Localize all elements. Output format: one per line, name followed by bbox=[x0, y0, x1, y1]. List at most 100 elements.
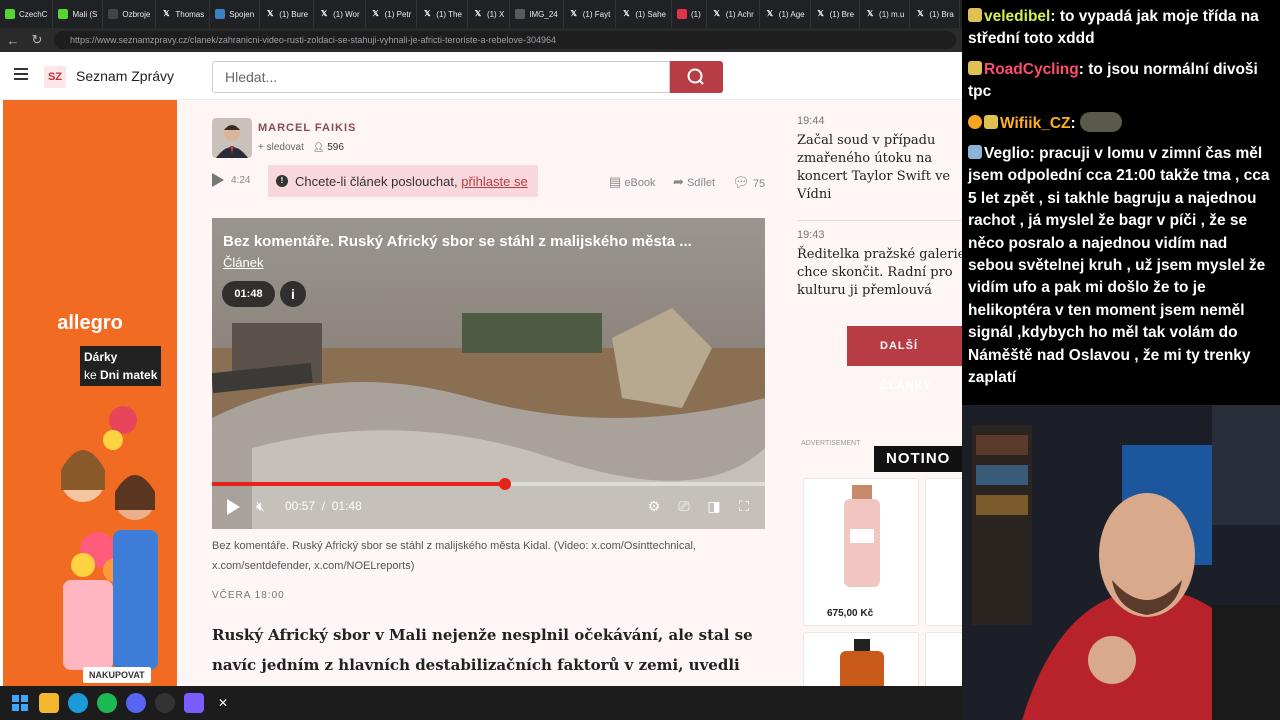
product-card[interactable] bbox=[803, 632, 919, 686]
ad-cta-button[interactable]: NAKUPOVAT bbox=[83, 667, 151, 683]
edge-icon[interactable] bbox=[68, 693, 88, 713]
comment-icon: 💬︎ bbox=[732, 174, 750, 190]
file-explorer-icon[interactable] bbox=[39, 693, 59, 713]
browser-tab[interactable]: 𝕏 (1) Bre bbox=[811, 0, 861, 28]
browser-tab[interactable]: 𝕏 (1) Bra bbox=[910, 0, 960, 28]
browser-tab-label: (1) Age bbox=[778, 9, 805, 19]
article-lead: Ruský Africký sbor v Mali nejenže nespln… bbox=[212, 626, 753, 674]
video-info-icon[interactable]: i bbox=[280, 281, 306, 307]
share-button[interactable]: ➦ Sdílet bbox=[673, 174, 715, 190]
person-icon: 👤︎ bbox=[313, 142, 325, 152]
cast-icon[interactable]: ⎚ bbox=[674, 498, 694, 515]
browser-tab[interactable]: Spojen bbox=[210, 0, 261, 28]
browser-tab-label: Spojen bbox=[229, 9, 255, 19]
url-field[interactable]: https://www.seznamzpravy.cz/clanek/zahra… bbox=[54, 31, 956, 49]
news-time: 19:44 bbox=[797, 115, 825, 127]
product-card[interactable] bbox=[925, 632, 962, 686]
ad-image bbox=[61, 406, 158, 670]
video-play-icon[interactable] bbox=[227, 499, 240, 515]
copilot-icon[interactable] bbox=[184, 693, 204, 713]
reload-icon[interactable]: ↻ bbox=[30, 32, 44, 48]
audio-play-icon[interactable] bbox=[212, 173, 224, 187]
comments-button[interactable]: 💬︎ 75 bbox=[732, 174, 765, 191]
chat-username: Veglio bbox=[984, 145, 1030, 163]
browser-tab-label: (1) m.u bbox=[879, 9, 905, 19]
search-button[interactable] bbox=[670, 61, 723, 93]
video-article-link[interactable]: Článek bbox=[223, 255, 263, 270]
left-advertisement[interactable]: allegro Dárky ke Dni matek NAKUPOVAT bbox=[3, 100, 177, 686]
video-progress-bar[interactable] bbox=[212, 478, 765, 490]
share-label: Sdílet bbox=[686, 177, 716, 189]
browser-tab-label: (1) Achr bbox=[725, 9, 754, 19]
browser-tab[interactable]: CzechC bbox=[0, 0, 54, 28]
site-logo[interactable]: SZ bbox=[44, 66, 66, 88]
fullscreen-icon[interactable]: ⛶ bbox=[734, 498, 754, 515]
ebook-button[interactable]: ▤ eBook bbox=[609, 174, 656, 190]
news-item[interactable]: 19:43 Ředitelka pražské galerie chce sko… bbox=[797, 220, 962, 300]
search-input[interactable] bbox=[212, 61, 670, 93]
obs-icon[interactable] bbox=[155, 693, 175, 713]
x-icon: 𝕏 bbox=[161, 9, 172, 19]
video-progress-handle[interactable] bbox=[499, 478, 512, 490]
settings-icon[interactable]: ⚙︎ bbox=[644, 498, 664, 515]
follow-button[interactable]: + sledovat bbox=[258, 142, 304, 153]
news-headline[interactable]: Ředitelka pražské galerie chce skončit. … bbox=[797, 246, 962, 300]
chat-badge-icon bbox=[984, 114, 998, 129]
windows-taskbar: ✕ bbox=[0, 686, 962, 720]
notino-ad-logo[interactable]: NOTINO bbox=[874, 446, 962, 472]
x-icon: 𝕏 bbox=[472, 9, 483, 19]
chat-username: veledibel bbox=[984, 8, 1051, 25]
browser-tab-label: Thomas bbox=[175, 9, 205, 19]
audio-duration: 4:24 bbox=[231, 175, 251, 186]
browser-tab[interactable]: 𝕏 (1) Sahe bbox=[616, 0, 672, 28]
browser-tab[interactable]: (1) bbox=[672, 0, 707, 28]
browser-tab-label: (1) bbox=[691, 9, 701, 19]
browser-tab[interactable]: 𝕏 (1) Wor bbox=[314, 0, 366, 28]
browser-tab[interactable]: 𝕏 Thomas bbox=[156, 0, 211, 28]
menu-icon[interactable] bbox=[14, 68, 28, 80]
x-icon: 𝕏 bbox=[319, 9, 330, 19]
video-duration-badge: 01:48 bbox=[222, 281, 275, 307]
product-card[interactable] bbox=[925, 478, 962, 626]
browser-tab[interactable]: 𝕏 (1) m.u bbox=[860, 0, 911, 28]
browser-tab[interactable]: Mali (S bbox=[53, 0, 104, 28]
author-avatar[interactable] bbox=[212, 118, 252, 158]
product-card[interactable] bbox=[803, 478, 919, 626]
chat-message: veledibel: to vypadá jak moje třída na s… bbox=[968, 8, 1259, 48]
comments-count: 75 bbox=[752, 178, 766, 190]
browser-tab[interactable]: 𝕏 (1) Achr bbox=[707, 0, 760, 28]
video-caption: Bez komentáře. Ruský Africký sbor se stá… bbox=[212, 540, 696, 572]
ad-brand: allegro bbox=[57, 312, 123, 334]
video-current-time: 00:57 bbox=[285, 499, 316, 513]
perfume-bottle-image bbox=[840, 639, 884, 686]
news-headline[interactable]: Začal soud v případu zmařeného útoku na … bbox=[797, 132, 962, 204]
article-area: MARCEL FAIKIS + sledovat 👤︎ 596 4:24 ! C… bbox=[177, 100, 962, 686]
windows-start-icon[interactable] bbox=[10, 693, 30, 713]
browser-tab[interactable]: 𝕏 (1) Bure bbox=[260, 0, 315, 28]
login-link[interactable]: přihlaste se bbox=[461, 174, 527, 189]
browser-tab[interactable]: 𝕏 (1) Petr bbox=[366, 0, 418, 28]
browser-tab[interactable]: 𝕏 (1) X bbox=[468, 0, 511, 28]
browser-tab[interactable]: 𝕏 (1) Age bbox=[760, 0, 811, 28]
news-time: 19:43 bbox=[797, 229, 825, 241]
back-icon[interactable]: ← bbox=[6, 33, 20, 48]
author-name[interactable]: MARCEL FAIKIS bbox=[258, 122, 356, 134]
browser-tab-label: CzechC bbox=[19, 9, 48, 19]
site-brand[interactable]: Seznam Zprávy bbox=[76, 68, 174, 84]
browser-tab[interactable]: 𝕏 (1) Fayt bbox=[564, 0, 617, 28]
listen-text: Chcete-li článek poslouchat, přihlaste s… bbox=[295, 174, 528, 189]
discord-icon[interactable] bbox=[126, 693, 146, 713]
advertisement-label: ADVERTISEMENT bbox=[801, 440, 861, 447]
browser-tab[interactable]: 𝕏 (1) The bbox=[417, 0, 468, 28]
mute-icon[interactable]: 🔇︎ bbox=[256, 498, 265, 515]
news-item[interactable]: 19:44 Začal soud v případu zmařeného úto… bbox=[797, 115, 962, 204]
browser-tab[interactable]: Ozbroje bbox=[103, 0, 157, 28]
more-articles-button[interactable]: DALŠÍ ČLÁNKY bbox=[847, 326, 962, 392]
miniplayer-icon[interactable]: ◨ bbox=[704, 498, 724, 515]
browser-tab[interactable]: IMG_24 bbox=[510, 0, 564, 28]
video-title[interactable]: Bez komentáře. Ruský Africký sbor se stá… bbox=[223, 233, 763, 250]
x-app-icon[interactable]: ✕ bbox=[213, 693, 233, 713]
ad-promo-line2-bold: Dni matek bbox=[100, 368, 158, 382]
video-player[interactable]: Bez komentáře. Ruský Africký sbor se stá… bbox=[212, 218, 765, 529]
spotify-icon[interactable] bbox=[97, 693, 117, 713]
